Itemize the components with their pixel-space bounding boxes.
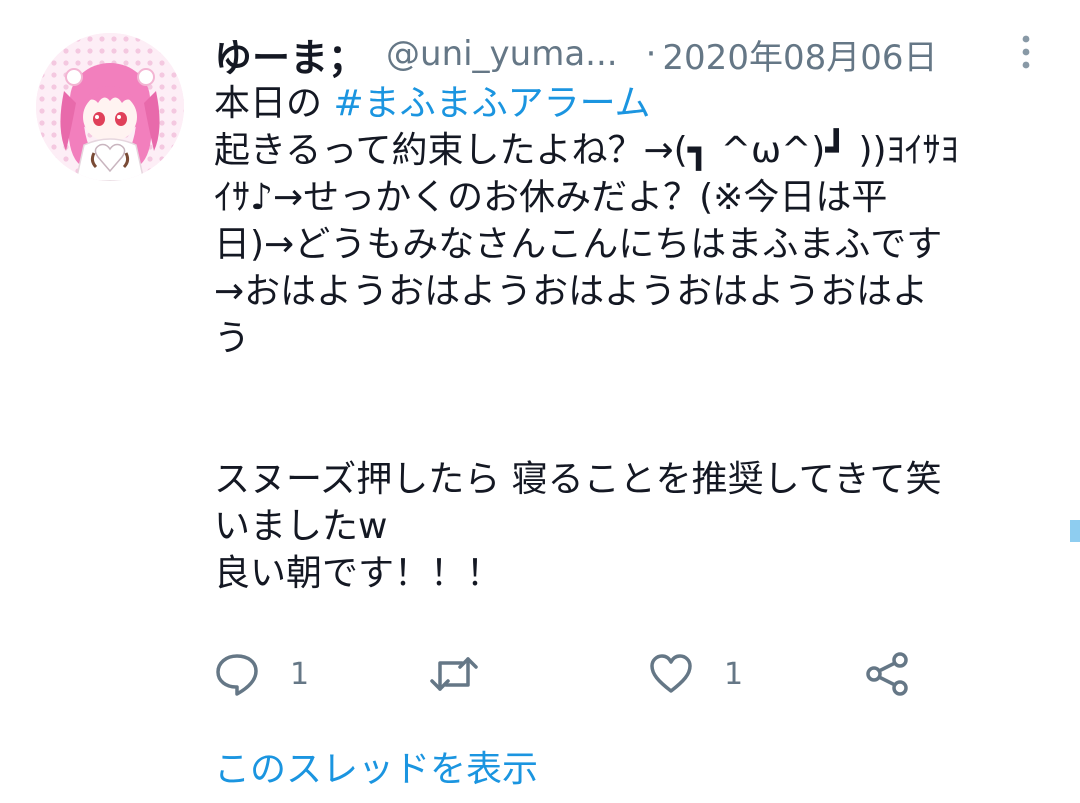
tweet-line-4: 日)→どうもみなさんこんにちはまふまふです (214, 224, 943, 265)
tweet[interactable]: ゆーま； @uni_yuma... · 2020年08月06日 本日の #まふま… (0, 0, 1080, 803)
tweet-line-5: →おはようおはようおはようおはようおはよ (214, 271, 929, 312)
reply-count: 1 (290, 656, 310, 692)
like-icon (650, 654, 692, 693)
share-icon (866, 652, 908, 696)
tweet-text: 本日の #まふまふアラーム 起きるって約束したよね？→(┓ ^ω^)┛ ))ﾖｲ… (214, 80, 1054, 597)
tweet-actions: 1 1 (214, 646, 934, 702)
tweet-line-10: いましたw (214, 506, 388, 547)
avatar[interactable] (36, 33, 184, 181)
tweet-text-prefix: 本日の (214, 83, 334, 124)
hashtag-link[interactable]: #まふまふアラーム (333, 83, 650, 124)
tweet-line-2: 起きるって約束したよね？→(┓ ^ω^)┛ ))ﾖｲｻﾖ (214, 130, 959, 171)
like-button[interactable]: 1 (648, 646, 743, 702)
tweet-header: ゆーま； @uni_yuma... · 2020年08月06日 (214, 26, 937, 82)
tweet-line-11: 良い朝です！！！ (214, 553, 503, 594)
tweet-line-8 (214, 409, 1054, 456)
share-button[interactable] (864, 646, 910, 702)
separator-dot: · (645, 34, 657, 74)
avatar-image (36, 33, 184, 181)
tweet-line-9: スヌーズ押したら 寝ることを推奨してきて笑 (214, 459, 942, 500)
like-count: 1 (724, 656, 744, 692)
user-handle[interactable]: @uni_yuma... (386, 34, 618, 74)
more-vertical-icon[interactable] (1014, 34, 1038, 70)
tweet-date[interactable]: 2020年08月06日 (662, 30, 937, 79)
tweet-line-1: 本日の #まふまふアラーム (214, 80, 1054, 127)
display-name[interactable]: ゆーま； (214, 27, 366, 82)
reply-button[interactable]: 1 (214, 646, 309, 702)
tweet-line-3: ｲｻ♪→せっかくのお休みだよ？(※今日は平 (214, 177, 888, 218)
retweet-icon (430, 657, 478, 691)
retweet-button[interactable] (428, 646, 510, 702)
tweet-line-7 (214, 362, 1054, 409)
reply-icon (216, 654, 258, 696)
scrollbar-thumb[interactable] (1070, 520, 1080, 542)
tweet-line-6: う (214, 318, 251, 359)
show-thread-link[interactable]: このスレッドを表示 (214, 740, 538, 792)
